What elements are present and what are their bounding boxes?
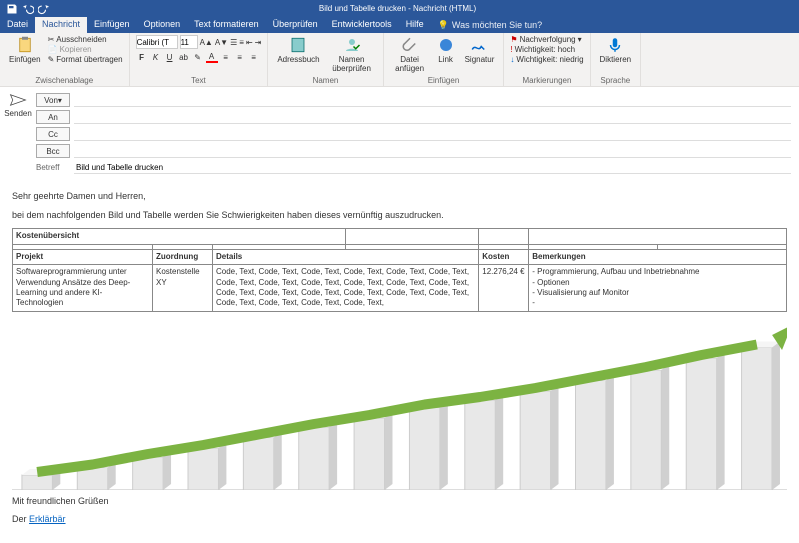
cc-button[interactable]: Cc <box>36 127 70 141</box>
h-details: Details <box>213 249 479 264</box>
align-left-icon[interactable]: ≡ <box>220 51 232 63</box>
names-group-label: Namen <box>274 76 376 85</box>
undo-icon[interactable] <box>22 3 34 15</box>
dictate-label: Diktieren <box>600 55 632 64</box>
save-icon[interactable] <box>6 3 18 15</box>
high-importance-button[interactable]: ! Wichtigkeit: hoch <box>510 45 583 54</box>
signature-prefix: Der <box>12 514 29 524</box>
cell-cost: 12.276,24 € <box>479 265 529 312</box>
chart-image <box>12 320 787 490</box>
voice-group-label: Sprache <box>597 76 635 85</box>
message-body[interactable]: Sehr geehrte Damen und Herren, bei dem n… <box>0 181 799 543</box>
tags-group-label: Markierungen <box>510 76 583 85</box>
titlebar: Bild und Tabelle drucken - Nachricht (HT… <box>0 0 799 17</box>
font-size-select[interactable] <box>180 35 198 49</box>
tab-review[interactable]: Überprüfen <box>266 17 325 33</box>
ribbon: Einfügen ✂ Ausschneiden 📄 Kopieren ✎ For… <box>0 33 799 87</box>
dictate-button[interactable]: Diktieren <box>597 35 635 65</box>
low-importance-button[interactable]: ↓ Wichtigkeit: niedrig <box>510 55 583 64</box>
signature-link[interactable]: Erklärbär <box>29 514 66 524</box>
strike-icon[interactable]: ab <box>178 51 190 63</box>
cell-project: Softwareprogrammierung unter Verwendung … <box>13 265 153 312</box>
from-button[interactable]: Von ▾ <box>36 93 70 107</box>
attach-label: Datei anfügen <box>393 55 427 73</box>
underline-icon[interactable]: U <box>164 51 176 63</box>
grow-font-icon[interactable]: A▲ <box>200 38 213 47</box>
highlight-icon[interactable]: ✎ <box>192 51 204 63</box>
cc-input[interactable] <box>74 128 791 141</box>
h-cost: Kosten <box>479 249 529 264</box>
greeting: Sehr geehrte Damen und Herren, <box>12 191 787 203</box>
followup-button[interactable]: ⚑ Nachverfolgung ▾ <box>510 35 583 44</box>
format-painter-button[interactable]: ✎ Format übertragen <box>48 55 123 64</box>
align-center-icon[interactable]: ≡ <box>234 51 246 63</box>
tab-options[interactable]: Optionen <box>137 17 188 33</box>
font-name-select[interactable] <box>136 35 178 49</box>
tell-me-label: Was möchten Sie tun? <box>452 20 542 30</box>
cell-details: Code, Text, Code, Text, Code, Text, Code… <box>213 265 479 312</box>
redo-icon[interactable] <box>38 3 50 15</box>
font-color-icon[interactable]: A <box>206 51 218 63</box>
tell-me[interactable]: 💡 Was möchten Sie tun? <box>431 17 549 33</box>
table-row: Softwareprogrammierung unter Verwendung … <box>13 265 787 312</box>
send-button[interactable]: Senden <box>4 93 32 118</box>
h-remarks: Bemerkungen <box>529 249 787 264</box>
cut-button[interactable]: ✂ Ausschneiden <box>48 35 123 44</box>
tab-message[interactable]: Nachricht <box>35 17 87 33</box>
clipboard-group-label: Zwischenablage <box>6 76 123 85</box>
bullets-icon[interactable]: ☰ <box>230 38 237 47</box>
tab-dev[interactable]: Entwicklertools <box>325 17 399 33</box>
ribbon-tabs: Datei Nachricht Einfügen Optionen Text f… <box>0 17 799 33</box>
addressbook-label: Adressbuch <box>277 55 319 64</box>
bcc-button[interactable]: Bcc <box>36 144 70 158</box>
cell-assign: Kostenstelle XY <box>153 265 213 312</box>
attach-file-button[interactable]: Datei anfügen <box>390 35 430 74</box>
copy-button[interactable]: 📄 Kopieren <box>48 45 123 54</box>
to-input[interactable] <box>74 111 791 124</box>
window-title: Bild und Tabelle drucken - Nachricht (HT… <box>56 4 739 13</box>
subject-label: Betreff <box>36 163 70 172</box>
lightbulb-icon: 💡 <box>438 20 449 31</box>
to-button[interactable]: An <box>36 110 70 124</box>
signature-button[interactable]: Signatur <box>462 35 498 65</box>
bold-icon[interactable]: F <box>136 51 148 63</box>
exclaim-icon: ! <box>510 45 512 54</box>
link-button[interactable]: Link <box>434 35 458 65</box>
cost-table: Kostenübersicht Projekt Zuordnung Detail… <box>12 228 787 311</box>
indent-icon[interactable]: ⇥ <box>255 38 262 47</box>
italic-icon[interactable]: K <box>150 51 162 63</box>
send-label: Senden <box>4 109 32 118</box>
compose-header: Senden Von ▾ An Cc Bcc Betreff <box>0 87 799 181</box>
paste-button[interactable]: Einfügen <box>6 35 44 65</box>
intro-text: bei dem nachfolgenden Bild und Tabelle w… <box>12 210 787 222</box>
addressbook-button[interactable]: Adressbuch <box>274 35 322 65</box>
table-title: Kostenübersicht <box>13 229 346 244</box>
h-assign: Zuordnung <box>153 249 213 264</box>
font-group-label: Text <box>136 76 262 85</box>
h-project: Projekt <box>13 249 153 264</box>
outdent-icon[interactable]: ⇤ <box>246 38 253 47</box>
flag-icon: ⚑ <box>510 35 517 44</box>
signature-greeting: Mit freundlichen Grüßen <box>12 496 787 508</box>
include-group-label: Einfügen <box>390 76 498 85</box>
bcc-input[interactable] <box>74 145 791 158</box>
tab-help[interactable]: Hilfe <box>399 17 431 33</box>
link-label: Link <box>438 55 453 64</box>
arrow-down-icon: ↓ <box>510 55 514 64</box>
check-names-label: Namen überprüfen <box>330 55 374 73</box>
tab-file[interactable]: Datei <box>0 17 35 33</box>
signature-label: Signatur <box>465 55 495 64</box>
subject-input[interactable] <box>74 161 791 174</box>
cell-remarks: - Programmierung, Aufbau und Inbetriebna… <box>529 265 787 312</box>
align-right-icon[interactable]: ≡ <box>248 51 260 63</box>
from-input[interactable] <box>74 94 791 107</box>
shrink-font-icon[interactable]: A▼ <box>215 38 228 47</box>
tab-insert[interactable]: Einfügen <box>87 17 137 33</box>
paste-label: Einfügen <box>9 55 41 64</box>
check-names-button[interactable]: Namen überprüfen <box>327 35 377 74</box>
tab-format[interactable]: Text formatieren <box>187 17 266 33</box>
numbering-icon[interactable]: ≡ <box>239 38 244 47</box>
